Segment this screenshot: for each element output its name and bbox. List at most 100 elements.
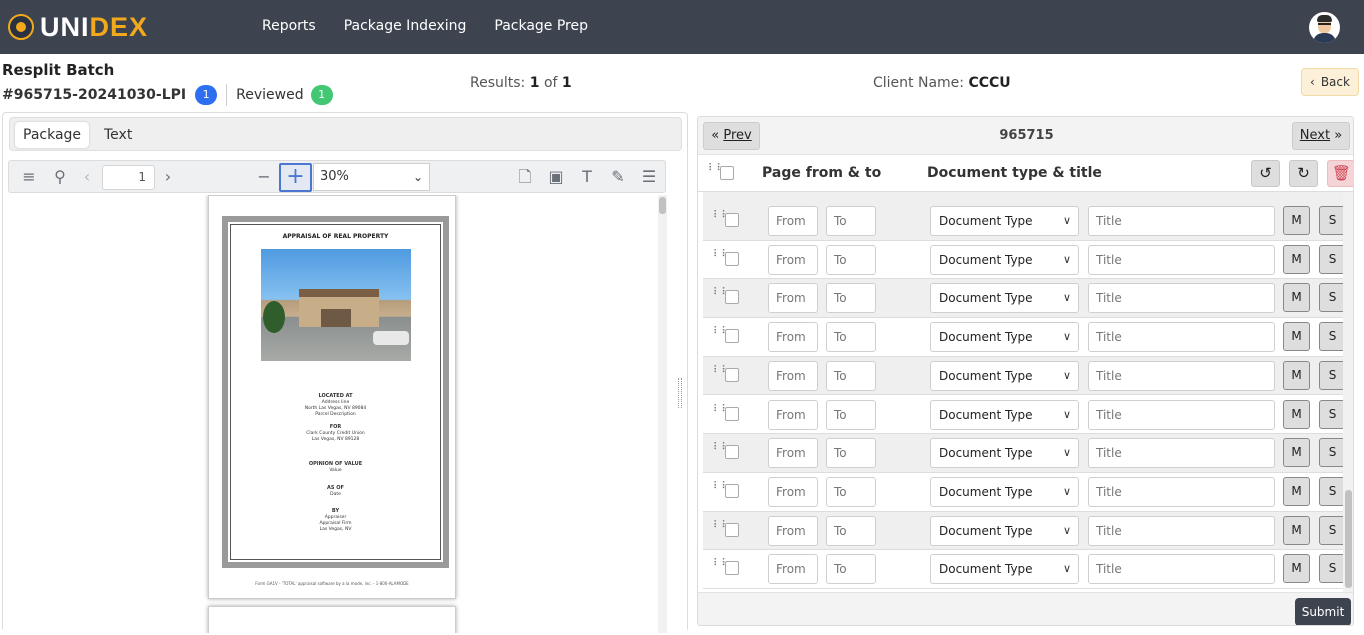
row-checkbox[interactable] xyxy=(725,445,739,460)
document-type-select[interactable]: Document Type ∨ xyxy=(930,554,1079,585)
from-input[interactable]: From xyxy=(768,476,818,507)
merge-button[interactable]: M xyxy=(1283,244,1310,274)
merge-button[interactable]: M xyxy=(1283,554,1310,584)
undo-icon[interactable]: ↺ xyxy=(1251,160,1280,187)
draw-pen-icon[interactable]: ✎ xyxy=(607,167,629,187)
split-button[interactable]: S xyxy=(1319,476,1343,506)
row-checkbox[interactable] xyxy=(725,522,739,537)
app-logo[interactable]: UNIDEX xyxy=(8,12,148,42)
previous-page-icon[interactable]: ‹ xyxy=(76,167,98,187)
drag-handle-icon[interactable]: ⠇⠇ xyxy=(713,249,729,267)
back-button[interactable]: ‹ Back xyxy=(1301,68,1359,96)
merge-button[interactable]: M xyxy=(1283,322,1310,352)
from-input[interactable]: From xyxy=(768,283,818,314)
next-page-icon[interactable]: › xyxy=(157,167,179,187)
drag-handle-icon[interactable]: ⠇⠇ xyxy=(713,211,729,228)
row-checkbox[interactable] xyxy=(725,367,739,382)
row-checkbox[interactable] xyxy=(725,483,739,498)
title-input[interactable]: Title xyxy=(1088,515,1275,546)
to-input[interactable]: To xyxy=(826,283,876,314)
split-button[interactable]: S xyxy=(1319,244,1343,274)
submit-button[interactable]: Submit xyxy=(1295,598,1351,625)
row-checkbox[interactable] xyxy=(725,213,739,227)
split-button[interactable]: S xyxy=(1319,360,1343,390)
row-checkbox[interactable] xyxy=(725,251,739,266)
split-button[interactable]: S xyxy=(1319,206,1343,235)
title-input[interactable]: Title xyxy=(1088,554,1275,585)
document-type-select[interactable]: Document Type ∨ xyxy=(930,438,1079,469)
document-type-select[interactable]: Document Type ∨ xyxy=(930,399,1079,430)
to-input[interactable]: To xyxy=(826,554,876,585)
user-avatar[interactable] xyxy=(1309,12,1340,43)
title-input[interactable]: Title xyxy=(1088,322,1275,353)
page-number-input[interactable]: 1 xyxy=(102,165,155,190)
zoom-select[interactable]: 30% ⌄ xyxy=(313,163,430,191)
to-input[interactable]: To xyxy=(826,360,876,391)
from-input[interactable]: From xyxy=(768,322,818,353)
title-input[interactable]: Title xyxy=(1088,476,1275,507)
title-input[interactable]: Title xyxy=(1088,244,1275,275)
merge-button[interactable]: M xyxy=(1283,515,1310,545)
document-type-select[interactable]: Document Type ∨ xyxy=(930,515,1079,546)
split-button[interactable]: S xyxy=(1319,322,1343,352)
merge-button[interactable]: M xyxy=(1283,206,1310,235)
drag-handle-icon[interactable]: ⠇⠇ xyxy=(713,404,729,422)
merge-button[interactable]: M xyxy=(1283,360,1310,390)
title-input[interactable]: Title xyxy=(1088,360,1275,391)
drag-handle-icon[interactable]: ⠇⠇ xyxy=(713,559,729,576)
row-checkbox[interactable] xyxy=(725,406,739,421)
title-input[interactable]: Title xyxy=(1088,399,1275,430)
row-checkbox[interactable] xyxy=(725,290,739,305)
document-type-select[interactable]: Document Type ∨ xyxy=(930,360,1079,391)
select-all-checkbox[interactable] xyxy=(720,166,734,180)
document-type-select[interactable]: Document Type ∨ xyxy=(930,476,1079,507)
document-type-select[interactable]: Document Type ∨ xyxy=(930,283,1079,314)
from-input[interactable]: From xyxy=(768,206,818,236)
panel-resize-handle[interactable] xyxy=(678,378,682,408)
drag-handle-icon[interactable]: ⠇⠇ xyxy=(713,481,729,499)
drag-handle-icon[interactable]: ⠇⠇ xyxy=(713,288,729,305)
split-scrollbar[interactable] xyxy=(1343,192,1353,592)
document-type-select[interactable]: Document Type ∨ xyxy=(930,244,1079,275)
from-input[interactable]: From xyxy=(768,438,818,469)
viewer-scrollbar[interactable] xyxy=(658,195,667,633)
to-input[interactable]: To xyxy=(826,206,876,236)
nav-package-prep[interactable]: Package Prep xyxy=(494,18,588,34)
nav-reports[interactable]: Reports xyxy=(262,18,316,34)
merge-button[interactable]: M xyxy=(1283,283,1310,313)
document-type-select[interactable]: Document Type ∨ xyxy=(930,322,1079,353)
merge-button[interactable]: M xyxy=(1283,476,1310,506)
sidebar-toggle-icon[interactable]: ≡ xyxy=(18,167,40,187)
split-button[interactable]: S xyxy=(1319,438,1343,468)
merge-button[interactable]: M xyxy=(1283,438,1310,468)
split-button[interactable]: S xyxy=(1319,283,1343,313)
drag-handle-icon[interactable]: ⠇⠇ xyxy=(713,520,729,538)
drag-handle-icon[interactable]: ⠇⠇ xyxy=(713,443,729,460)
from-input[interactable]: From xyxy=(768,399,818,430)
search-icon[interactable]: ⚲ xyxy=(49,167,71,187)
to-input[interactable]: To xyxy=(826,515,876,546)
split-button[interactable]: S xyxy=(1319,554,1343,584)
split-button[interactable]: S xyxy=(1319,399,1343,429)
delete-icon[interactable]: 🗑 xyxy=(1327,160,1353,187)
to-input[interactable]: To xyxy=(826,322,876,353)
to-input[interactable]: To xyxy=(826,399,876,430)
text-tool-icon[interactable]: T xyxy=(576,167,598,187)
from-input[interactable]: From xyxy=(768,554,818,585)
split-button[interactable]: S xyxy=(1319,515,1343,545)
to-input[interactable]: To xyxy=(826,438,876,469)
drag-handle-icon[interactable]: ⠇⠇ xyxy=(713,327,729,344)
row-checkbox[interactable] xyxy=(725,561,739,576)
from-input[interactable]: From xyxy=(768,244,818,275)
document-type-select[interactable]: Document Type ∨ xyxy=(930,206,1079,236)
open-file-icon[interactable]: 🗋 xyxy=(514,167,536,187)
title-input[interactable]: Title xyxy=(1088,206,1275,236)
menu-icon[interactable]: ☰ xyxy=(638,167,660,187)
from-input[interactable]: From xyxy=(768,360,818,391)
row-checkbox[interactable] xyxy=(725,329,739,344)
insert-image-icon[interactable]: ▣ xyxy=(545,167,567,187)
from-input[interactable]: From xyxy=(768,515,818,546)
nav-package-indexing[interactable]: Package Indexing xyxy=(344,18,467,34)
title-input[interactable]: Title xyxy=(1088,283,1275,314)
next-button[interactable]: Next » xyxy=(1292,122,1350,150)
